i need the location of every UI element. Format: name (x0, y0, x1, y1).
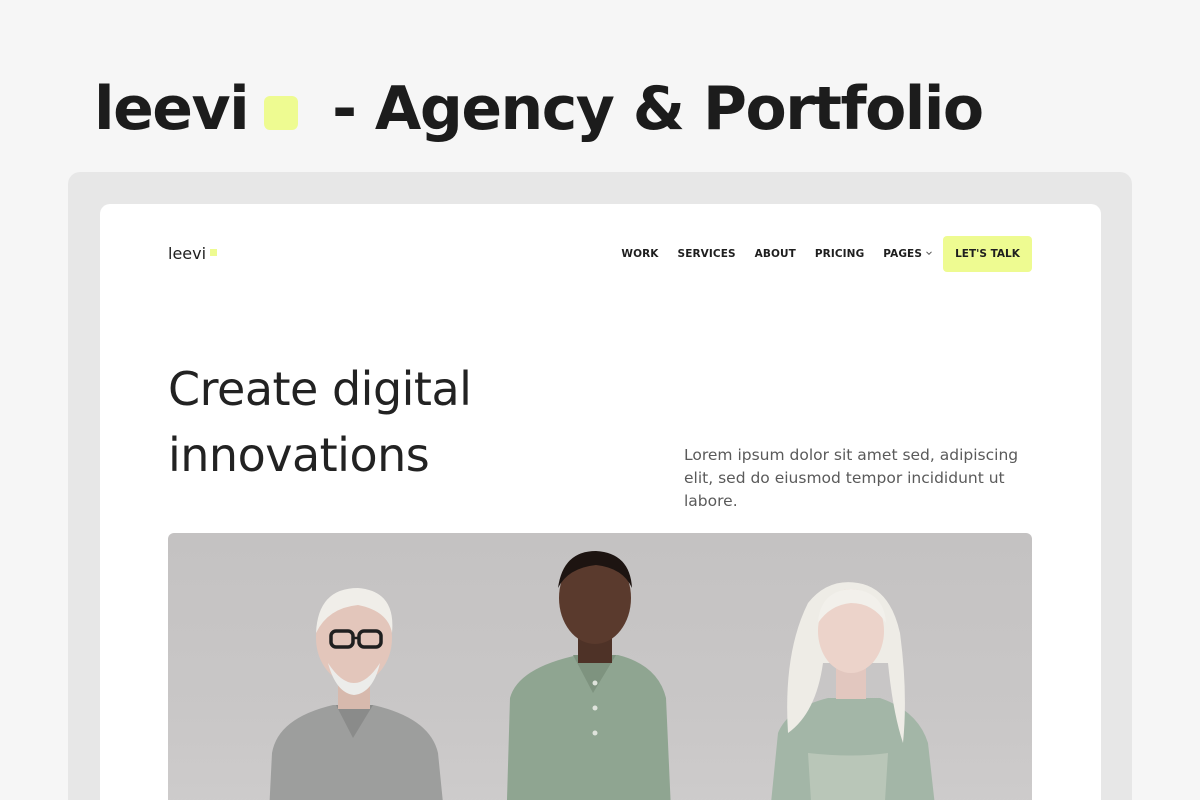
lets-talk-button[interactable]: LET'S TALK (943, 236, 1032, 272)
promo-brand: leevi (94, 74, 250, 144)
nav-item-services[interactable]: SERVICES (678, 248, 736, 260)
people-illustration (269, 551, 935, 800)
site-logo-text: leevi (168, 244, 207, 263)
website-preview: leevi WORK SERVICES ABOUT PRICING PAGES … (100, 204, 1101, 800)
nav-item-pages-label: PAGES (883, 248, 922, 260)
person-middle (506, 551, 671, 800)
chevron-down-icon (926, 251, 932, 256)
hero-image (168, 533, 1032, 800)
promo-title: leevi - Agency & Portfolio (94, 74, 984, 144)
nav-item-pages[interactable]: PAGES (883, 248, 933, 260)
site-logo[interactable]: leevi (168, 244, 218, 263)
nav-item-work[interactable]: WORK (621, 248, 658, 260)
hero-title-line-2: innovations (168, 428, 430, 482)
hero-title-line-1: Create digital (168, 362, 472, 416)
brand-square-icon (264, 96, 299, 130)
promo-subtitle: - Agency & Portfolio (332, 74, 984, 144)
nav-item-pricing[interactable]: PRICING (815, 248, 864, 260)
nav-item-about[interactable]: ABOUT (755, 248, 796, 260)
hero-title: Create digital innovations (168, 356, 588, 488)
person-right (771, 582, 935, 800)
logo-square-icon (210, 249, 218, 256)
main-nav: WORK SERVICES ABOUT PRICING PAGES LET'S … (621, 236, 1032, 272)
hero-description: Lorem ipsum dolor sit amet sed, adipisci… (684, 446, 1019, 510)
person-left (269, 588, 443, 800)
